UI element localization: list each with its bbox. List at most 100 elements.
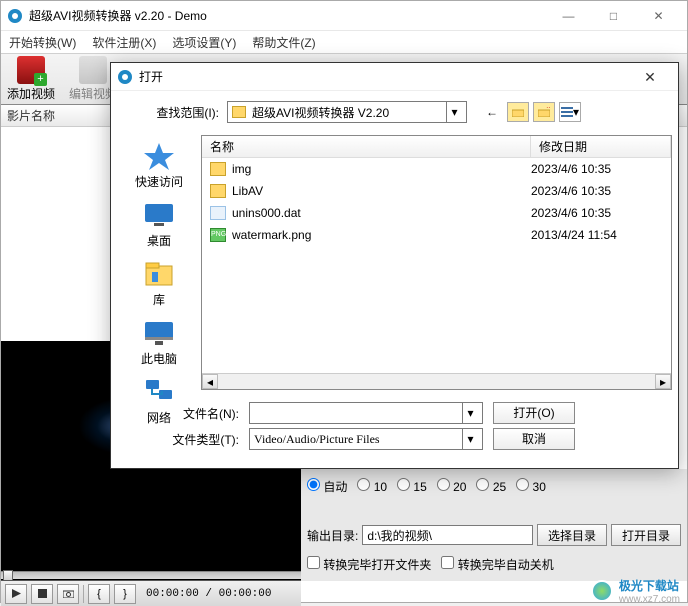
dialog-main: 快速访问 桌面 库 此电脑 网络: [117, 135, 672, 390]
places-sidebar: 快速访问 桌面 库 此电脑 网络: [117, 135, 201, 390]
add-video-icon: +: [17, 56, 45, 84]
folder-icon: [210, 184, 226, 198]
file-row-libav[interactable]: LibAV 2023/4/6 10:35: [202, 180, 671, 202]
folder-up-icon: [512, 107, 524, 117]
look-in-label: 查找范围(I):: [119, 104, 219, 121]
look-in-combo[interactable]: 超级AVI视频转换器 V2.20 ▾: [227, 101, 467, 123]
open-button[interactable]: 打开(O): [493, 402, 575, 424]
dialog-close-button[interactable]: ✕: [628, 64, 672, 90]
png-file-icon: PNG: [210, 228, 226, 242]
fps-30-radio[interactable]: 30: [516, 478, 546, 494]
post-convert-options: 转换完毕打开文件夹 转换完毕自动关机: [307, 553, 681, 575]
menu-start[interactable]: 开始转换(W): [5, 32, 80, 53]
dialog-app-icon: [117, 69, 133, 85]
look-in-row: 查找范围(I): 超级AVI视频转换器 V2.20 ▾ ← * ▾: [111, 91, 678, 129]
toolbar-add-video[interactable]: + 添加视频: [5, 56, 57, 102]
file-header: 名称 修改日期: [202, 136, 671, 158]
app-icon: [7, 8, 23, 24]
new-folder-button[interactable]: *: [533, 102, 555, 122]
filetype-combo[interactable]: Video/Audio/Picture Files ▾: [249, 428, 483, 450]
file-date: 2013/4/24 11:54: [531, 228, 671, 242]
play-icon: [12, 589, 21, 598]
libraries-icon: [142, 259, 176, 289]
cancel-button[interactable]: 取消: [493, 428, 575, 450]
fps-25-radio[interactable]: 25: [476, 478, 506, 494]
new-folder-icon: *: [538, 107, 550, 117]
star-icon: [142, 141, 176, 171]
edit-video-icon: [79, 56, 107, 84]
mark-out-button[interactable]: }: [114, 584, 136, 604]
sidebar-this-pc[interactable]: 此电脑: [120, 316, 198, 369]
menu-help[interactable]: 帮助文件(Z): [248, 32, 319, 53]
nav-buttons: ← * ▾: [481, 102, 581, 122]
close-button[interactable]: ✕: [636, 2, 681, 30]
sidebar-desktop-label: 桌面: [147, 232, 171, 249]
back-button[interactable]: ←: [481, 102, 503, 122]
folder-icon: [232, 106, 246, 118]
file-name: unins000.dat: [232, 206, 531, 220]
file-row-unins000[interactable]: unins000.dat 2023/4/6 10:35: [202, 202, 671, 224]
menubar: 开始转换(W) 软件注册(X) 选项设置(Y) 帮助文件(Z): [1, 31, 687, 53]
maximize-button[interactable]: □: [591, 2, 636, 30]
desktop-icon: [142, 200, 176, 230]
output-dir-label: 输出目录:: [307, 527, 358, 544]
choose-dir-button[interactable]: 选择目录: [537, 524, 607, 546]
file-open-dialog: 打开 ✕ 查找范围(I): 超级AVI视频转换器 V2.20 ▾ ← * ▾ 快…: [110, 62, 679, 469]
sidebar-libraries-label: 库: [153, 291, 165, 308]
file-list: img 2023/4/6 10:35 LibAV 2023/4/6 10:35 …: [202, 158, 671, 373]
dialog-bottom: 文件名(N): ▾ 打开(O) 文件类型(T): Video/Audio/Pic…: [119, 400, 670, 458]
file-name: img: [232, 162, 531, 176]
fps-auto-radio[interactable]: 自动: [307, 478, 347, 495]
sidebar-libraries[interactable]: 库: [120, 257, 198, 310]
filetype-label: 文件类型(T):: [119, 431, 239, 448]
menu-register[interactable]: 软件注册(X): [88, 32, 160, 53]
sidebar-this-pc-label: 此电脑: [141, 350, 177, 367]
sidebar-desktop[interactable]: 桌面: [120, 198, 198, 251]
column-date[interactable]: 修改日期: [531, 136, 671, 158]
filename-label: 文件名(N):: [119, 405, 239, 422]
dat-file-icon: [210, 206, 226, 220]
play-button[interactable]: [5, 584, 27, 604]
file-date: 2023/4/6 10:35: [531, 184, 671, 198]
output-dir-input[interactable]: [362, 525, 533, 545]
chevron-down-icon[interactable]: ▾: [462, 403, 478, 423]
scroll-left-icon[interactable]: ◂: [202, 374, 218, 389]
minimize-button[interactable]: —: [546, 2, 591, 30]
fps-20-radio[interactable]: 20: [437, 478, 467, 494]
horizontal-scrollbar[interactable]: ◂ ▸: [202, 373, 671, 389]
up-button[interactable]: [507, 102, 529, 122]
snapshot-button[interactable]: [57, 584, 79, 604]
file-date: 2023/4/6 10:35: [531, 162, 671, 176]
filename-combo[interactable]: ▾: [249, 402, 483, 424]
progress-track[interactable]: [1, 571, 301, 579]
view-mode-button[interactable]: ▾: [559, 102, 581, 122]
open-dir-button[interactable]: 打开目录: [611, 524, 681, 546]
column-name[interactable]: 名称: [202, 136, 531, 158]
chevron-down-icon[interactable]: ▾: [462, 429, 478, 449]
fps-radio-group: 自动 10 15 20 25 30: [307, 475, 681, 497]
toolbar-add-video-label: 添加视频: [7, 85, 55, 102]
scroll-right-icon[interactable]: ▸: [655, 374, 671, 389]
file-list-area: 名称 修改日期 img 2023/4/6 10:35 LibAV 2023/4/…: [201, 135, 672, 390]
chevron-down-icon[interactable]: ▾: [446, 102, 462, 122]
look-in-value: 超级AVI视频转换器 V2.20: [252, 104, 389, 121]
fps-15-radio[interactable]: 15: [397, 478, 427, 494]
settings-panel: 自动 10 15 20 25 30 输出目录: 选择目录 打开目录 转换完毕打开…: [301, 469, 687, 581]
file-row-watermark[interactable]: PNG watermark.png 2013/4/24 11:54: [202, 224, 671, 246]
mark-in-button[interactable]: {: [88, 584, 110, 604]
file-row-img[interactable]: img 2023/4/6 10:35: [202, 158, 671, 180]
menu-options[interactable]: 选项设置(Y): [168, 32, 240, 53]
time-display: 00:00:00 / 00:00:00: [146, 588, 271, 600]
stop-icon: [38, 589, 47, 598]
file-date: 2023/4/6 10:35: [531, 206, 671, 220]
sidebar-quick-access[interactable]: 快速访问: [120, 139, 198, 192]
dialog-titlebar: 打开 ✕: [111, 63, 678, 91]
folder-icon: [210, 162, 226, 176]
sidebar-quick-access-label: 快速访问: [135, 173, 183, 190]
output-dir-row: 输出目录: 选择目录 打开目录: [307, 523, 681, 547]
stop-button[interactable]: [31, 584, 53, 604]
list-icon: [561, 107, 573, 117]
open-folder-checkbox[interactable]: 转换完毕打开文件夹: [307, 556, 431, 573]
fps-10-radio[interactable]: 10: [357, 478, 387, 494]
auto-shutdown-checkbox[interactable]: 转换完毕自动关机: [441, 556, 553, 573]
